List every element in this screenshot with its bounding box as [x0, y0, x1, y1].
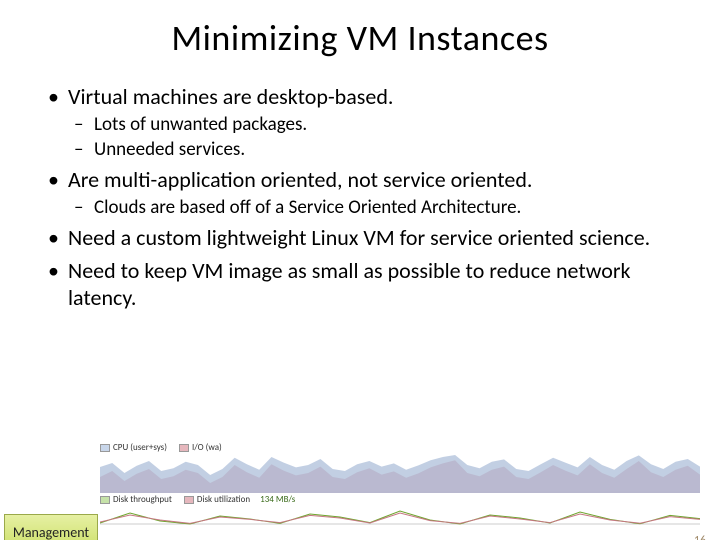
swatch-icon: [179, 444, 189, 452]
chart-legend-top: CPU (user+sys) I/O (wa): [100, 442, 700, 453]
rate-annotation: 134 MB/s: [260, 494, 295, 505]
bullet-subitem: Unneeded services.: [40, 138, 680, 161]
legend-label: Disk utilization: [197, 494, 250, 505]
chart-legend-mid: Disk throughput Disk utilization: [100, 494, 250, 505]
management-tag: Management: [4, 514, 98, 540]
legend-label: Disk throughput: [113, 494, 172, 505]
bullet-item: Need a custom lightweight Linux VM for s…: [40, 225, 680, 252]
legend-label: CPU (user+sys): [113, 442, 167, 453]
swatch-icon: [100, 444, 110, 452]
bullet-item: Virtual machines are desktop-based.: [40, 84, 680, 111]
page-title: Minimizing VM Instances: [0, 16, 720, 60]
page-number: 16: [694, 534, 706, 540]
bullet-item: Are multi-application oriented, not serv…: [40, 167, 680, 194]
bullet-subitem: Clouds are based off of a Service Orient…: [40, 196, 680, 219]
swatch-icon: [100, 496, 110, 504]
disk-chart: [100, 505, 700, 525]
bullet-item: Need to keep VM image as small as possib…: [40, 258, 680, 312]
tag-label: Management: [13, 524, 89, 540]
content-body: Virtual machines are desktop-based. Lots…: [0, 84, 720, 312]
chart-area: CPU (user+sys) I/O (wa) Disk throughput …: [100, 442, 700, 520]
swatch-icon: [184, 496, 194, 504]
legend-label: I/O (wa): [192, 442, 222, 453]
bullet-subitem: Lots of unwanted packages.: [40, 113, 680, 136]
cpu-io-chart: [100, 453, 700, 493]
